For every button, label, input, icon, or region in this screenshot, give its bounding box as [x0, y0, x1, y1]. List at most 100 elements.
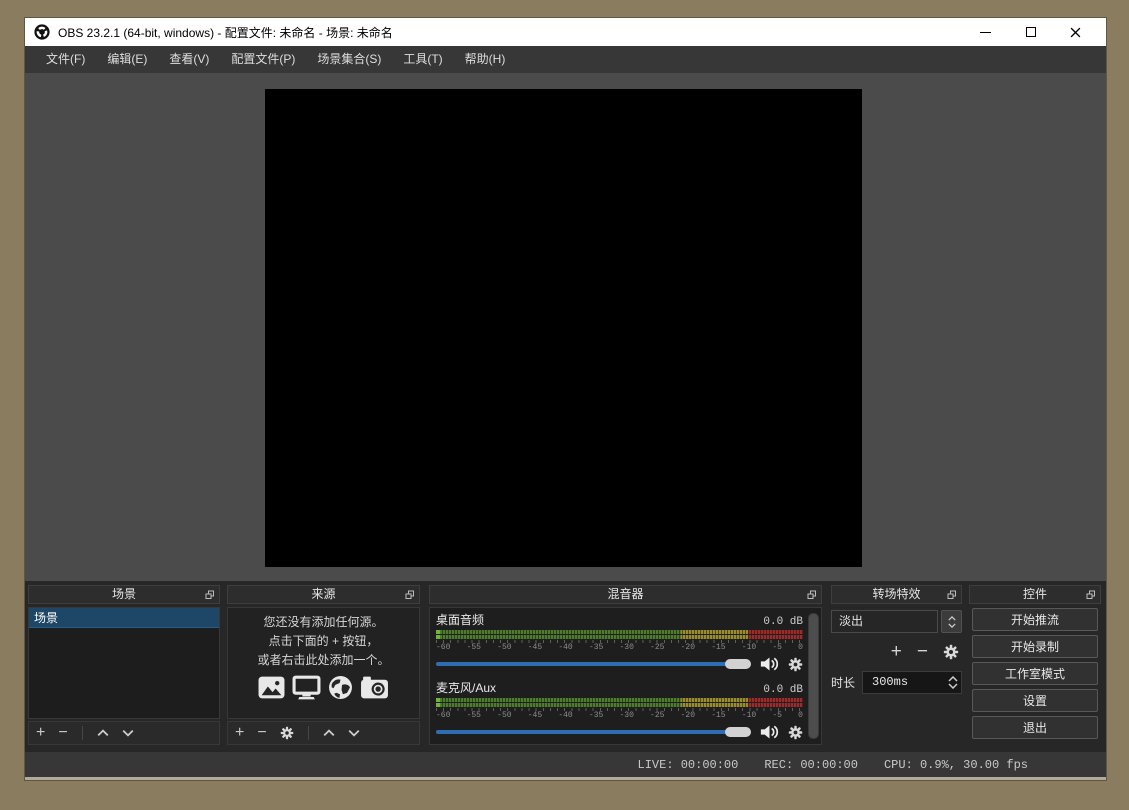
transitions-panel-title: 转场特效 — [872, 587, 920, 601]
menu-view[interactable]: 查看(V) — [158, 46, 220, 73]
remove-scene-button[interactable]: − — [58, 725, 67, 741]
source-type-icons — [258, 675, 389, 700]
scale-label: -50 — [497, 644, 511, 652]
controls-body: 开始推流 开始录制 工作室模式 设置 退出 — [969, 607, 1101, 745]
scale-label: -50 — [497, 712, 511, 720]
menu-tools[interactable]: 工具(T) — [392, 46, 453, 73]
remove-source-button[interactable]: − — [257, 725, 266, 741]
move-scene-up-button[interactable] — [97, 724, 109, 742]
mixer-scrollbar-thumb[interactable] — [808, 613, 819, 739]
properties-gear-icon — [280, 726, 294, 740]
scale-label: -5 — [772, 644, 782, 652]
volume-slider[interactable] — [436, 730, 751, 734]
add-source-button[interactable]: + — [235, 725, 244, 741]
menu-profile[interactable]: 配置文件(P) — [220, 46, 306, 73]
duration-value[interactable]: 300ms — [863, 672, 945, 693]
channel-settings-gear-icon[interactable] — [788, 725, 803, 740]
meter-bar-right — [436, 703, 803, 707]
sources-toolbar: + − — [227, 721, 420, 745]
window-title: OBS 23.2.1 (64-bit, windows) - 配置文件: 未命名… — [58, 24, 963, 41]
volume-slider-handle[interactable] — [725, 727, 751, 737]
volume-meter: -60-55-50-45-40-35-30-25-20-15-10-50 — [436, 630, 803, 652]
channel-level-db: 0.0 dB — [763, 616, 803, 628]
scale-label: -20 — [681, 644, 695, 652]
maximize-button[interactable] — [1008, 18, 1053, 46]
duration-spin-buttons — [945, 672, 961, 693]
studio-mode-button[interactable]: 工作室模式 — [972, 662, 1098, 685]
sources-panel-header[interactable]: 来源 — [227, 585, 420, 604]
scale-label: -60 — [436, 712, 450, 720]
channel-settings-gear-icon[interactable] — [788, 657, 803, 672]
start-streaming-button[interactable]: 开始推流 — [972, 608, 1098, 631]
speaker-icon[interactable] — [760, 724, 779, 740]
add-transition-button[interactable]: + — [891, 642, 902, 661]
scene-list-item[interactable]: 场景 — [29, 608, 219, 628]
move-source-up-button[interactable] — [323, 724, 335, 742]
float-icon — [1086, 590, 1096, 600]
move-down-icon — [122, 729, 134, 737]
scenes-list[interactable]: 场景 — [28, 607, 220, 719]
scale-label: -20 — [681, 712, 695, 720]
obs-window: OBS 23.2.1 (64-bit, windows) - 配置文件: 未命名… — [25, 18, 1106, 780]
add-scene-button[interactable]: + — [36, 725, 45, 741]
menu-file[interactable]: 文件(F) — [35, 46, 96, 73]
exit-button[interactable]: 退出 — [972, 716, 1098, 739]
spin-up-icon[interactable] — [948, 676, 958, 682]
volume-slider-handle[interactable] — [725, 659, 751, 669]
transition-select-value[interactable]: 淡出 — [831, 610, 938, 633]
window-controls — [963, 18, 1098, 46]
minimize-button[interactable] — [963, 18, 1008, 46]
menu-edit[interactable]: 编辑(E) — [96, 46, 158, 73]
transitions-panel-header[interactable]: 转场特效 — [831, 585, 962, 604]
sources-empty-text: 点击下面的 + 按钮， — [269, 632, 379, 651]
channel-name: 麦克风/Aux — [436, 679, 496, 696]
controls-panel-title: 控件 — [1023, 587, 1047, 601]
close-button[interactable] — [1053, 18, 1098, 46]
menu-help[interactable]: 帮助(H) — [454, 46, 517, 73]
cpu-fps: CPU: 0.9%, 30.00 fps — [884, 758, 1028, 772]
transition-select-spinner[interactable] — [941, 610, 962, 633]
scale-label: 0 — [798, 712, 803, 720]
scale-label: -55 — [467, 712, 481, 720]
scale-label: -15 — [711, 644, 725, 652]
scale-label: -25 — [650, 644, 664, 652]
image-icon — [258, 676, 285, 699]
start-recording-button[interactable]: 开始录制 — [972, 635, 1098, 658]
preview-area[interactable] — [25, 73, 1106, 581]
mixer-panel-header[interactable]: 混音器 — [429, 585, 822, 604]
sources-empty-area[interactable]: 您还没有添加任何源。 点击下面的 + 按钮， 或者右击此处添加一个。 — [227, 607, 420, 719]
mixer-body: 桌面音频 0.0 dB -60-55-50-45-40-35-30-25-20-… — [429, 607, 822, 745]
scale-label: -25 — [650, 712, 664, 720]
scale-label: -40 — [558, 712, 572, 720]
display-icon — [292, 675, 321, 700]
scenes-toolbar: + − — [28, 721, 220, 745]
menu-scene-collection[interactable]: 场景集合(S) — [306, 46, 392, 73]
controls-panel: 控件 开始推流 开始录制 工作室模式 设置 退出 — [969, 585, 1101, 745]
move-source-down-button[interactable] — [348, 724, 360, 742]
transition-select[interactable]: 淡出 — [831, 610, 962, 633]
scale-label: -60 — [436, 644, 450, 652]
sources-panel: 来源 您还没有添加任何源。 点击下面的 + 按钮， 或者右击此处添加一个。 + … — [227, 585, 420, 745]
mixer-channel-desktop-audio: 桌面音频 0.0 dB -60-55-50-45-40-35-30-25-20-… — [436, 611, 803, 672]
spin-down-icon[interactable] — [948, 683, 958, 689]
close-icon — [1070, 27, 1081, 38]
camera-icon — [360, 676, 389, 699]
controls-panel-header[interactable]: 控件 — [969, 585, 1101, 604]
speaker-icon[interactable] — [760, 656, 779, 672]
source-properties-button[interactable] — [280, 726, 294, 740]
float-icon — [807, 590, 817, 600]
meter-scale: -60-55-50-45-40-35-30-25-20-15-10-50 — [436, 644, 803, 652]
duration-label: 时长 — [831, 674, 855, 691]
remove-transition-button[interactable]: − — [917, 642, 928, 661]
move-scene-down-button[interactable] — [122, 724, 134, 742]
rec-time: REC: 00:00:00 — [764, 758, 858, 772]
volume-slider[interactable] — [436, 662, 751, 666]
settings-button[interactable]: 设置 — [972, 689, 1098, 712]
duration-spinbox[interactable]: 300ms — [862, 671, 962, 694]
volume-meter: -60-55-50-45-40-35-30-25-20-15-10-50 — [436, 698, 803, 720]
move-up-icon — [323, 729, 335, 737]
channel-name: 桌面音频 — [436, 611, 484, 628]
title-bar[interactable]: OBS 23.2.1 (64-bit, windows) - 配置文件: 未命名… — [25, 18, 1106, 46]
transition-properties-button[interactable] — [943, 644, 959, 660]
scenes-panel-header[interactable]: 场景 — [28, 585, 220, 604]
